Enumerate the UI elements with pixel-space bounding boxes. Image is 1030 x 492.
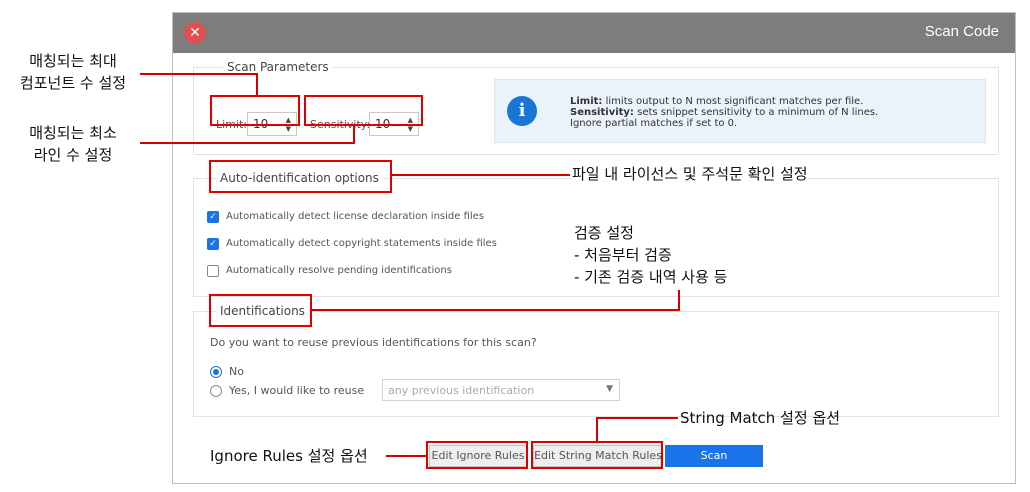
annotation-verify-title: 검증 설정: [574, 224, 634, 242]
title-bar: ✕ Scan Code: [173, 13, 1015, 53]
info-sensitivity-text: sets snippet sensitivity to a minimum of…: [633, 107, 879, 118]
highlight-edit-ignore: [426, 441, 528, 469]
connector-string-match-h: [596, 417, 678, 419]
annotation-min-lines: 매칭되는 최소 라인 수 설정: [8, 122, 138, 166]
connector-sensitivity-h: [140, 142, 354, 144]
annotation-max-components: 매칭되는 최대 컴포넌트 수 설정: [8, 50, 138, 94]
connector-identifications-v: [678, 290, 680, 311]
annotation-verify-item1: - 처음부터 검증: [574, 246, 672, 264]
scan-parameters-legend: Scan Parameters: [223, 60, 333, 74]
radio-no-label: No: [229, 365, 244, 378]
reuse-question: Do you want to reuse previous identifica…: [210, 336, 537, 349]
highlight-auto-identification: [209, 160, 392, 193]
checkbox-license[interactable]: ✓: [207, 211, 219, 223]
checkbox-copyright[interactable]: ✓: [207, 238, 219, 250]
annotation-verify-item2: - 기존 검증 내역 사용 등: [574, 268, 728, 286]
connector-identifications-h: [312, 309, 680, 311]
highlight-sensitivity: [304, 95, 423, 126]
highlight-identifications: [209, 294, 312, 327]
connector-sensitivity-v: [353, 125, 355, 144]
spinner-down-icon[interactable]: ▼: [408, 125, 413, 133]
chevron-down-icon: ▼: [606, 384, 613, 394]
annotation-max-line2: 컴포넌트 수 설정: [19, 74, 127, 92]
identifications-group: Identifications Do you want to reuse pre…: [193, 304, 999, 417]
radio-yes-label: Yes, I would like to reuse: [229, 384, 365, 397]
option-resolve-label: Automatically resolve pending identifica…: [226, 265, 452, 276]
info-icon: i: [507, 96, 537, 126]
option-copyright-label: Automatically detect copyright statement…: [226, 238, 497, 249]
annotation-min-line1: 매칭되는 최소: [29, 124, 117, 142]
info-box: i Limit: limits output to N most signifi…: [494, 79, 986, 143]
spinner-down-icon[interactable]: ▼: [286, 125, 291, 133]
highlight-edit-string-match: [531, 441, 663, 469]
info-text: Limit: limits output to N most significa…: [570, 96, 878, 129]
highlight-limit: [210, 95, 300, 126]
annotation-verify: 검증 설정 - 처음부터 검증 - 기존 검증 내역 사용 등: [574, 222, 728, 288]
annotation-license-copyright: 파일 내 라이선스 및 주석문 확인 설정: [572, 163, 808, 184]
annotation-max-line1: 매칭되는 최대: [29, 52, 117, 70]
connector-ignore: [386, 455, 427, 457]
annotation-min-line2: 라인 수 설정: [33, 146, 113, 164]
option-license-label: Automatically detect license declaration…: [226, 211, 485, 222]
info-line3: Ignore partial matches if set to 0.: [570, 118, 738, 129]
scan-button[interactable]: Scan: [665, 445, 763, 467]
connector-limit-h: [140, 73, 257, 75]
connector-limit-v: [256, 73, 258, 96]
close-icon: ✕: [189, 25, 201, 41]
dialog-title: Scan Code: [924, 23, 999, 40]
previous-identification-select[interactable]: any previous identification ▼: [382, 379, 620, 401]
select-placeholder: any previous identification: [388, 384, 535, 397]
connector-string-match-v: [596, 418, 598, 442]
connector-license: [392, 174, 570, 176]
close-button[interactable]: ✕: [184, 22, 206, 44]
checkbox-resolve-pending[interactable]: [207, 265, 219, 277]
annotation-string-match: String Match 설정 옵션: [680, 409, 841, 427]
info-limit-key: Limit:: [570, 96, 603, 107]
radio-yes[interactable]: [210, 385, 222, 397]
annotation-ignore-rules: Ignore Rules 설정 옵션: [210, 447, 368, 465]
radio-no[interactable]: [210, 366, 222, 378]
info-limit-text: limits output to N most significant matc…: [602, 96, 864, 107]
info-sensitivity-key: Sensitivity:: [570, 107, 634, 118]
